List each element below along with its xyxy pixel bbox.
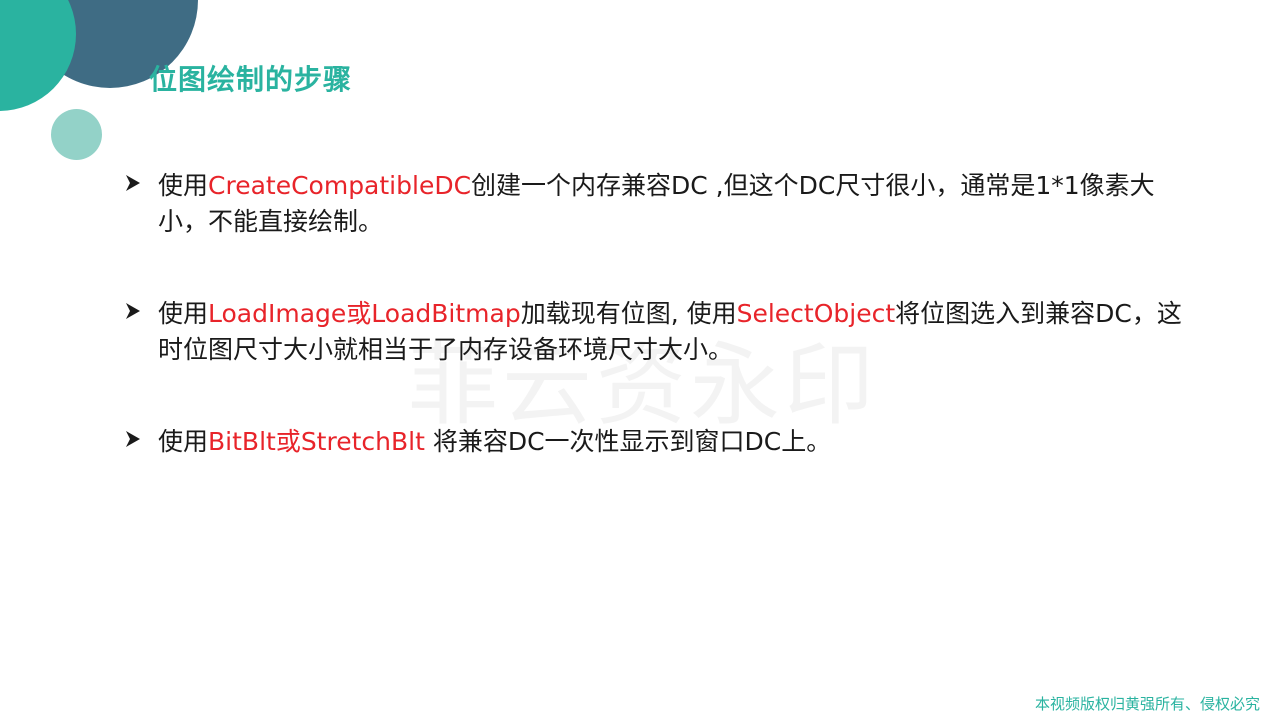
function-name: LoadImage或LoadBitmap — [208, 299, 521, 328]
slide: 位图绘制的步骤 菲云资永印 使用CreateCompatibleDC创建一个内存… — [0, 0, 1280, 720]
bullet-text-part: 使用 — [158, 427, 209, 456]
arrow-bullet-icon — [126, 431, 140, 447]
copyright-footer: 本视频版权归黄强所有、侵权必究 — [1034, 695, 1260, 713]
slide-title: 位图绘制的步骤 — [149, 63, 353, 96]
arrow-bullet-icon — [126, 303, 140, 319]
arrow-bullet-icon — [126, 175, 140, 191]
decorative-circle-teal — [0, 0, 76, 111]
bullet-text-part: 使用 — [158, 299, 209, 328]
bullet-text-part: 将兼容DC一次性显示到窗口DC上。 — [424, 427, 832, 456]
bullet-text-part: 使用 — [158, 171, 209, 200]
decorative-circle-small — [51, 109, 102, 160]
bullet-text: 使用LoadImage或LoadBitmap加载现有位图, 使用SelectOb… — [158, 296, 1198, 368]
bullet-text-part: 加载现有位图, 使用 — [520, 299, 737, 328]
bullet-text: 使用CreateCompatibleDC创建一个内存兼容DC ,但这个DC尺寸很… — [158, 168, 1198, 240]
bullet-text: 使用BitBlt或StretchBlt 将兼容DC一次性显示到窗口DC上。 — [158, 424, 1198, 460]
function-name: SelectObject — [736, 299, 896, 328]
function-name: BitBlt或StretchBlt — [208, 427, 425, 456]
function-name: CreateCompatibleDC — [208, 171, 472, 200]
